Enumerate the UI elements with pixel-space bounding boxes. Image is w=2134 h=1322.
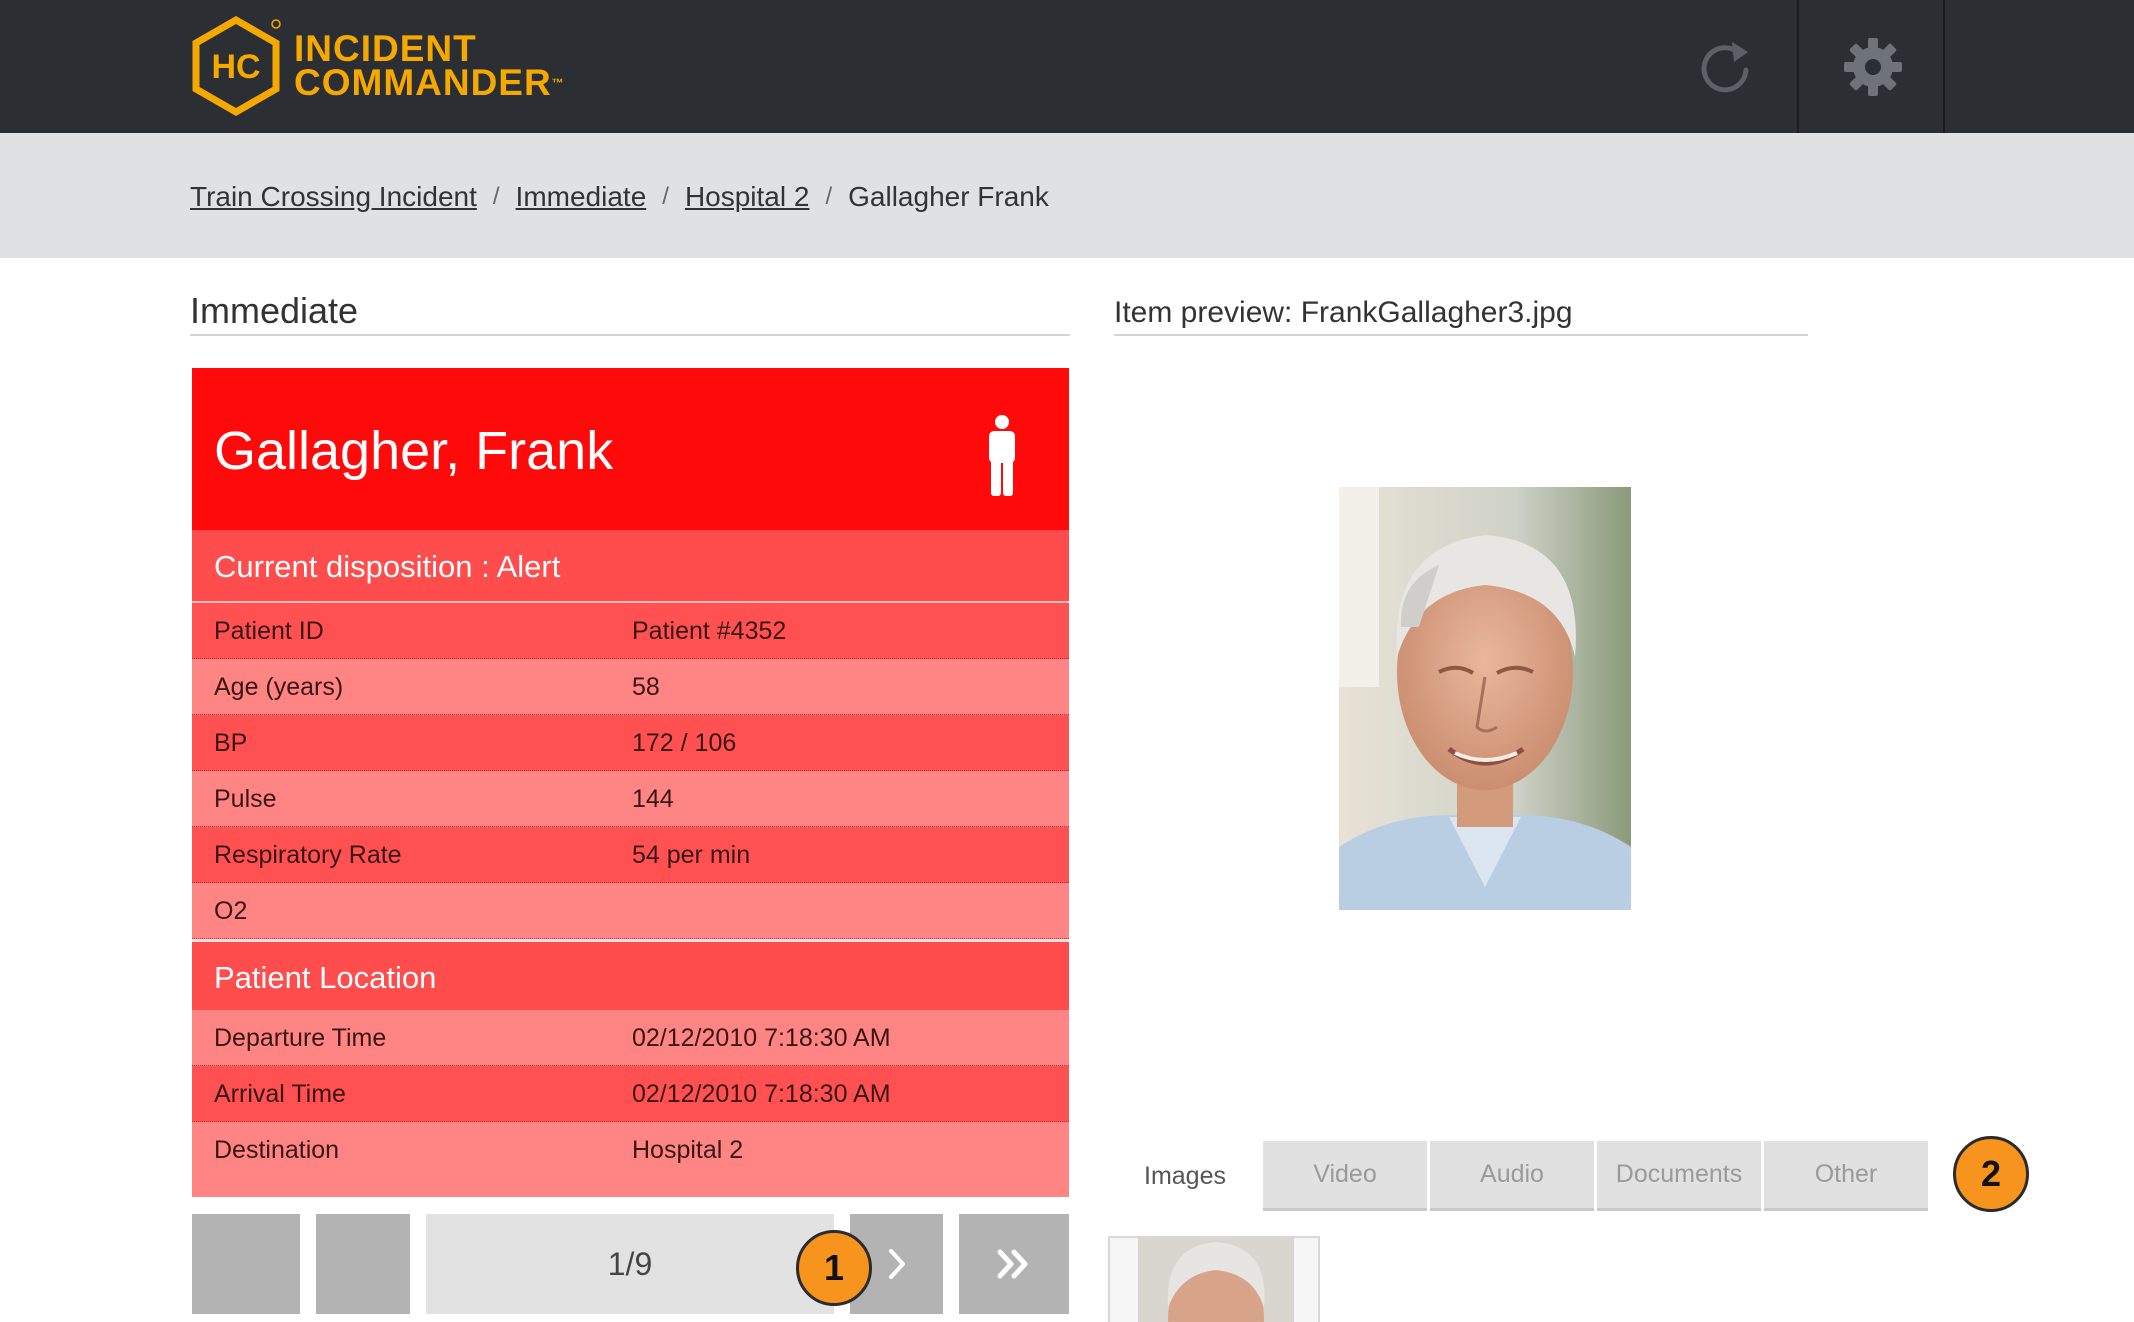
breadcrumb-separator: / bbox=[825, 183, 833, 210]
patient-name: Gallagher, Frank bbox=[214, 421, 614, 481]
breadcrumb-hospital[interactable]: Hospital 2 bbox=[685, 181, 810, 213]
section-title: Immediate bbox=[190, 290, 1070, 336]
refresh-button[interactable] bbox=[1680, 22, 1770, 112]
disposition-row: Current disposition : Alert bbox=[192, 530, 1069, 603]
chevron-right-icon bbox=[888, 1249, 905, 1279]
vital-label: Patient ID bbox=[214, 617, 324, 645]
annotation-badge-2: 2 bbox=[1953, 1136, 2029, 1212]
vital-row: Patient ID Patient #4352 bbox=[192, 603, 1069, 659]
breadcrumb-current: Gallagher Frank bbox=[848, 181, 1049, 212]
prev-page-button[interactable] bbox=[316, 1214, 410, 1314]
location-value: 02/12/2010 7:18:30 AM bbox=[632, 1080, 891, 1108]
vital-value bbox=[632, 883, 1069, 938]
breadcrumb-separator: / bbox=[662, 183, 669, 210]
header-divider bbox=[1797, 0, 1799, 133]
thumbnail-photo bbox=[1138, 1238, 1294, 1322]
hc-hexagon-logo-icon: HC bbox=[192, 16, 281, 116]
vital-label: Pulse bbox=[214, 785, 277, 813]
gear-icon bbox=[1843, 37, 1902, 96]
vital-label: Age (years) bbox=[214, 673, 344, 701]
location-label: Arrival Time bbox=[214, 1080, 346, 1108]
last-page-button[interactable] bbox=[959, 1214, 1069, 1314]
page-counter: 1/9 bbox=[426, 1214, 834, 1314]
annotation-badge-1: 1 bbox=[796, 1230, 872, 1306]
patient-card: Gallagher, Frank Current disposition : A… bbox=[192, 368, 1069, 1197]
vital-row: BP 172 / 106 bbox=[192, 715, 1069, 771]
vital-value: Patient #4352 bbox=[632, 617, 787, 645]
tab-images[interactable]: Images bbox=[1110, 1141, 1260, 1211]
page-count-text: 1/9 bbox=[607, 1245, 653, 1282]
tab-video[interactable]: Video bbox=[1263, 1141, 1427, 1211]
location-row: Arrival Time 02/12/2010 7:18:30 AM bbox=[192, 1066, 1069, 1122]
trademark: ™ bbox=[551, 76, 565, 90]
patient-photo bbox=[1339, 487, 1631, 910]
vital-label: O2 bbox=[214, 897, 248, 925]
top-bar: HC INCIDENT COMMANDER™ bbox=[0, 0, 2134, 133]
location-heading: Patient Location bbox=[192, 939, 1069, 1010]
double-chevron-right-icon bbox=[997, 1249, 1028, 1279]
vital-row: Pulse 144 bbox=[192, 771, 1069, 827]
vital-label: BP bbox=[214, 729, 248, 757]
location-row: Departure Time 02/12/2010 7:18:30 AM bbox=[192, 1010, 1069, 1066]
vital-value: 54 per min bbox=[632, 841, 751, 869]
tab-audio[interactable]: Audio bbox=[1430, 1141, 1594, 1211]
refresh-icon bbox=[1701, 42, 1749, 93]
tab-other[interactable]: Other bbox=[1764, 1141, 1928, 1211]
logo-line1: INCIDENT bbox=[294, 28, 477, 69]
vital-row: Age (years) 58 bbox=[192, 659, 1069, 715]
logo-wordmark: INCIDENT COMMANDER™ bbox=[294, 28, 565, 103]
breadcrumb: Train Crossing Incident / Immediate / Ho… bbox=[190, 181, 1049, 213]
header-divider bbox=[1943, 0, 1945, 133]
location-row: Destination Hospital 2 bbox=[192, 1122, 1069, 1197]
location-value: Hospital 2 bbox=[632, 1136, 744, 1164]
tab-documents[interactable]: Documents bbox=[1597, 1141, 1761, 1211]
preview-title: Item preview: FrankGallagher3.jpg bbox=[1114, 296, 1808, 336]
first-page-button[interactable] bbox=[192, 1214, 300, 1314]
vital-value: 58 bbox=[632, 673, 660, 701]
breadcrumb-bar: Train Crossing Incident / Immediate / Ho… bbox=[0, 133, 2134, 258]
breadcrumb-incident[interactable]: Train Crossing Incident bbox=[190, 181, 477, 213]
patient-header: Gallagher, Frank bbox=[192, 368, 1069, 530]
vital-row: Respiratory Rate 54 per min bbox=[192, 827, 1069, 883]
media-tabs: Images Video Audio Documents Other bbox=[1110, 1141, 1931, 1211]
location-label: Departure Time bbox=[214, 1024, 387, 1052]
breadcrumb-separator: / bbox=[492, 183, 500, 210]
vital-row: O2 bbox=[192, 883, 1069, 939]
image-thumbnail[interactable] bbox=[1108, 1236, 1320, 1322]
location-value: 02/12/2010 7:18:30 AM bbox=[632, 1024, 891, 1052]
app-logo[interactable]: HC INCIDENT COMMANDER™ bbox=[190, 16, 565, 116]
breadcrumb-immediate[interactable]: Immediate bbox=[516, 181, 647, 213]
logo-initials: HC bbox=[211, 48, 260, 86]
vital-value: 172 / 106 bbox=[632, 729, 737, 757]
vital-label: Respiratory Rate bbox=[214, 841, 402, 869]
person-icon bbox=[989, 415, 1015, 496]
vital-value: 144 bbox=[632, 785, 674, 813]
logo-line2: COMMANDER bbox=[294, 62, 552, 103]
settings-button[interactable] bbox=[1800, 0, 1945, 133]
location-label: Destination bbox=[214, 1136, 340, 1164]
